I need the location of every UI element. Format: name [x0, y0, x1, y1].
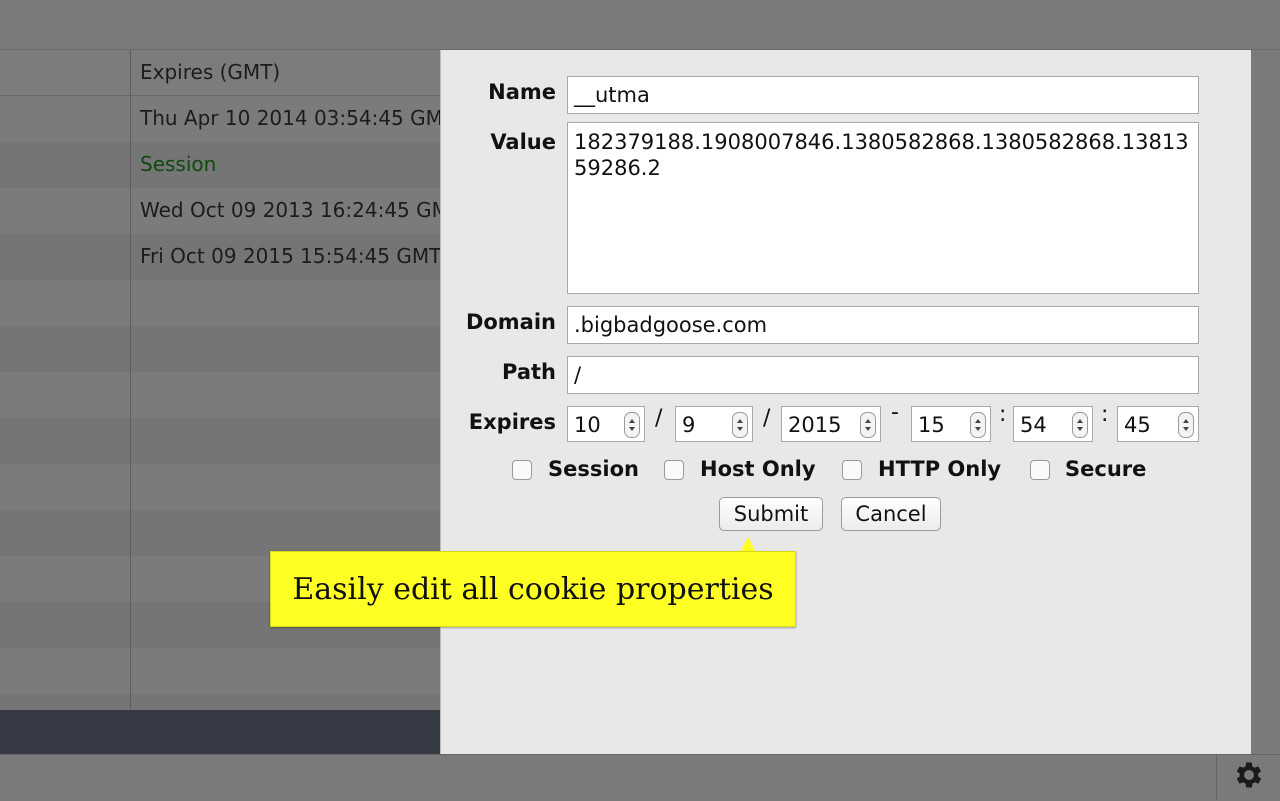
expires-cell: Fri Oct 09 2015 15:54:45 GMT	[140, 244, 440, 268]
http-only-checkbox-label[interactable]: HTTP Only	[878, 457, 1001, 481]
stepper-arrows-icon[interactable]	[1072, 412, 1088, 438]
cancel-button[interactable]: Cancel	[841, 497, 941, 531]
feature-callout: Easily edit all cookie properties	[270, 551, 796, 627]
expires-cell: Wed Oct 09 2013 16:24:45 GMT	[140, 198, 440, 222]
host-only-checkbox[interactable]	[664, 460, 684, 480]
day-value: 9	[682, 413, 696, 437]
value-label: Value	[490, 130, 556, 154]
http-only-checkbox[interactable]	[842, 460, 862, 480]
name-field[interactable]: __utma	[567, 76, 1199, 114]
month-spinner[interactable]: 10	[567, 406, 645, 442]
minute-spinner[interactable]: 54	[1013, 406, 1093, 442]
domain-label: Domain	[465, 310, 556, 334]
expires-cell: Session	[140, 152, 217, 176]
host-only-checkbox-label[interactable]: Host Only	[700, 457, 816, 481]
empty-row	[0, 648, 440, 694]
table-footer	[0, 710, 440, 754]
value-textarea[interactable]: 182379188.1908007846.1380582868.13805828…	[567, 122, 1199, 294]
expires-label: Expires	[468, 410, 556, 434]
table-row[interactable]: Wed Oct 09 2013 16:24:45 GMT	[0, 188, 440, 234]
stepper-arrows-icon[interactable]	[732, 412, 748, 438]
stepper-arrows-icon[interactable]	[970, 412, 986, 438]
empty-row	[0, 510, 440, 556]
session-checkbox[interactable]	[512, 460, 532, 480]
edit-cookie-dialog: Name __utma Value 182379188.1908007846.1…	[440, 50, 1251, 754]
submit-button[interactable]: Submit	[719, 497, 823, 531]
table-row[interactable]: Session	[0, 142, 440, 188]
minute-value: 54	[1020, 413, 1047, 437]
path-field[interactable]: /	[567, 356, 1199, 394]
empty-row	[0, 372, 440, 418]
empty-row	[0, 418, 440, 464]
path-label: Path	[502, 360, 556, 384]
gear-icon	[1232, 758, 1266, 796]
time-separator: :	[999, 402, 1007, 427]
table-row[interactable]: Fri Oct 09 2015 15:54:45 GMT	[0, 234, 440, 280]
dialog-backdrop-edge	[1250, 50, 1280, 754]
domain-field[interactable]: .bigbadgoose.com	[567, 306, 1199, 344]
empty-row	[0, 464, 440, 510]
session-checkbox-label[interactable]: Session	[548, 457, 639, 481]
second-spinner[interactable]: 45	[1117, 406, 1199, 442]
expires-cell: Thu Apr 10 2014 03:54:45 GMT	[140, 106, 440, 130]
second-value: 45	[1124, 413, 1151, 437]
stepper-arrows-icon[interactable]	[624, 412, 640, 438]
stepper-arrows-icon[interactable]	[1178, 412, 1194, 438]
bottom-bar	[0, 754, 1280, 801]
month-value: 10	[574, 413, 601, 437]
day-spinner[interactable]: 9	[675, 406, 753, 442]
stepper-arrows-icon[interactable]	[860, 412, 876, 438]
table-row[interactable]: Thu Apr 10 2014 03:54:45 GMT	[0, 96, 440, 142]
hour-spinner[interactable]: 15	[911, 406, 991, 442]
empty-row	[0, 280, 440, 326]
year-spinner[interactable]: 2015	[781, 406, 881, 442]
column-header-expires[interactable]: Expires (GMT)	[140, 60, 280, 84]
settings-button[interactable]	[1216, 754, 1280, 800]
empty-row	[0, 326, 440, 372]
table-header: Expires (GMT)	[0, 50, 440, 96]
time-separator: :	[1101, 402, 1109, 427]
callout-pointer	[740, 537, 756, 552]
year-value: 2015	[788, 413, 842, 437]
name-label: Name	[488, 80, 556, 104]
hour-value: 15	[918, 413, 945, 437]
empty-row	[0, 694, 440, 710]
secure-checkbox-label[interactable]: Secure	[1065, 457, 1146, 481]
date-time-separator: -	[891, 400, 899, 425]
column-divider[interactable]	[130, 50, 131, 710]
secure-checkbox[interactable]	[1030, 460, 1050, 480]
top-bar	[0, 0, 1280, 50]
date-separator: /	[763, 406, 771, 431]
date-separator: /	[655, 406, 663, 431]
